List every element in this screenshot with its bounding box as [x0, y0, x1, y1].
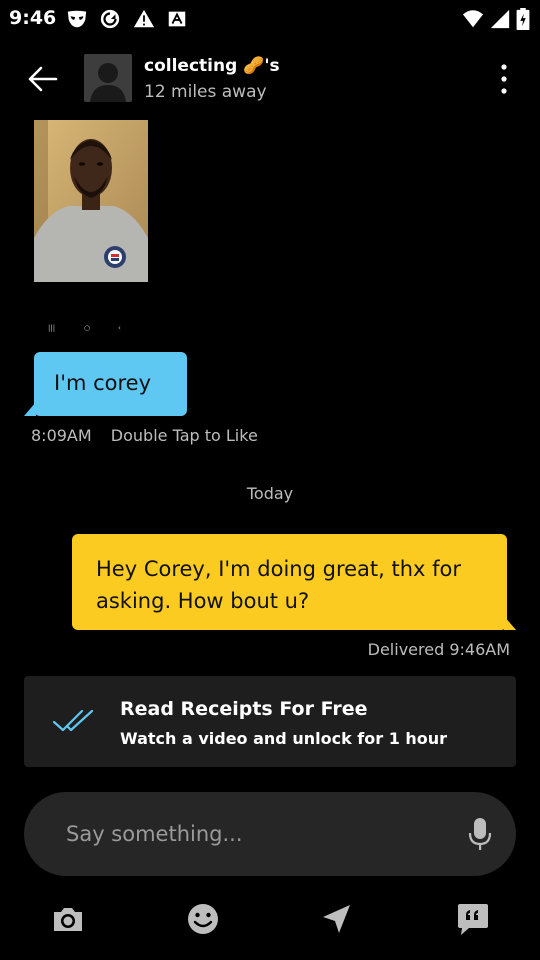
message-input[interactable]: [66, 816, 446, 852]
incoming-message-time: 8:09AM: [31, 426, 92, 445]
shared-photo[interactable]: [34, 120, 148, 282]
profile-name[interactable]: collecting 🥜's: [144, 56, 280, 76]
battery-icon: [516, 8, 530, 30]
read-receipts-subtitle: Watch a video and unlock for 1 hour: [120, 729, 448, 748]
status-bar: 9:46: [0, 0, 540, 38]
day-separator: Today: [246, 484, 294, 503]
read-receipts-title: Read Receipts For Free: [120, 698, 368, 720]
grindr-mask-icon: [67, 10, 87, 28]
double-tap-like-hint: Double Tap to Like: [110, 426, 258, 445]
distance-label: 12 miles away: [144, 82, 267, 102]
profile-silhouette-icon: [84, 54, 132, 102]
incoming-message-text: I'm corey: [54, 371, 152, 395]
photo-pagination: ||| ○ ‹: [34, 322, 148, 336]
more-options-button[interactable]: [490, 62, 518, 96]
home-circle-icon: ○: [84, 324, 91, 332]
camera-icon[interactable]: [50, 901, 86, 937]
saved-phrases-icon[interactable]: [455, 901, 491, 937]
double-check-icon: [52, 709, 94, 732]
back-chevron-icon: ‹: [118, 324, 121, 332]
warning-icon: [133, 9, 155, 28]
a-badge-icon: [168, 11, 186, 27]
chat-header: collecting 🥜's 12 miles away: [0, 44, 540, 114]
outgoing-message-text: Hey Corey, I'm doing great, thx for aski…: [96, 557, 462, 613]
location-icon[interactable]: [319, 901, 355, 937]
status-time: 9:46: [9, 7, 57, 29]
incoming-message-meta: 8:09AM Double Tap to Like: [31, 426, 258, 445]
signal-icon: [490, 9, 510, 29]
chat-toolbar: [0, 896, 540, 942]
selfie-photo-image: [34, 120, 148, 282]
microphone-icon[interactable]: [466, 816, 494, 852]
avatar[interactable]: [84, 54, 132, 102]
recent-apps-icon: |||: [48, 324, 56, 332]
wifi-icon: [462, 10, 484, 28]
outgoing-message-bubble[interactable]: Hey Corey, I'm doing great, thx for aski…: [72, 534, 507, 630]
incoming-message-bubble[interactable]: I'm corey: [34, 352, 187, 416]
message-composer: [24, 792, 516, 876]
read-receipts-promo[interactable]: Read Receipts For Free Watch a video and…: [24, 676, 516, 767]
sync-icon: [100, 9, 120, 29]
emoji-icon[interactable]: [185, 901, 221, 937]
back-button[interactable]: [22, 62, 62, 96]
delivery-status: Delivered 9:46AM: [367, 640, 510, 659]
